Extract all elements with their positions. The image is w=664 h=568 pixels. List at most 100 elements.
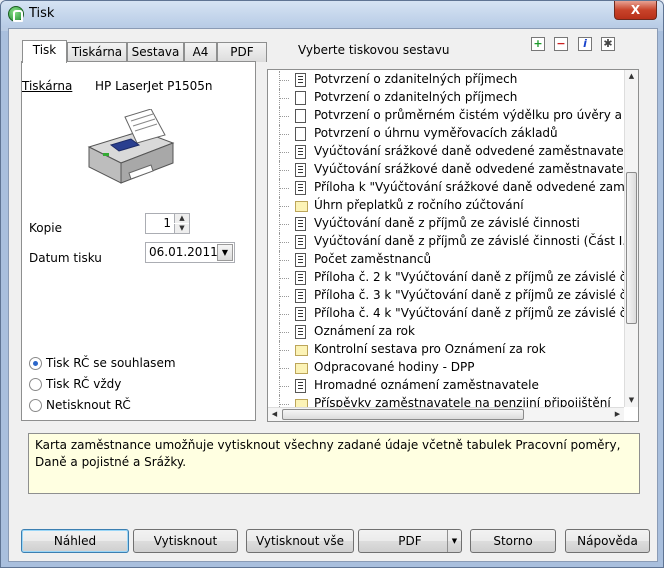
dropdown-arrow-icon[interactable]: ▼ <box>447 530 461 552</box>
report-list-item[interactable]: Příloha č. 2 k "Vyúčtování daně z příjmů… <box>268 269 624 287</box>
document-icon <box>295 73 306 87</box>
report-list-item[interactable]: Kontrolní sestava pro Oznámení za rok <box>268 341 624 359</box>
report-list-item[interactable]: Příloha k "Vyúčtování srážkové daně odve… <box>268 179 624 197</box>
scroll-down-icon[interactable]: ▼ <box>625 394 638 407</box>
radio-label: Tisk RČ vždy <box>46 377 122 391</box>
report-list-item[interactable]: Příloha č. 3 k "Vyúčtování daně z příjmů… <box>268 287 624 305</box>
printer-link[interactable]: Tiskárna <box>22 79 72 93</box>
document-icon <box>295 91 306 105</box>
add-icon[interactable]: + <box>531 37 545 51</box>
spin-up-icon[interactable]: ▲ <box>174 214 189 223</box>
radio-label: Tisk RČ se souhlasem <box>46 356 176 370</box>
report-label: Příloha č. 2 k "Vyúčtování daně z příjmů… <box>314 270 624 284</box>
chevron-down-icon[interactable]: ▼ <box>217 244 233 261</box>
info-icon[interactable]: i <box>578 37 592 51</box>
radio-rc-consent[interactable]: Tisk RČ se souhlasem <box>29 356 176 370</box>
scroll-up-icon[interactable]: ▲ <box>625 70 638 83</box>
report-description: Karta zaměstnance umožňuje vytisknout vš… <box>28 433 640 494</box>
report-label: Potvrzení o zdanitelných příjmech <box>314 90 518 104</box>
report-list-item[interactable]: Hromadné oznámení zaměstnavatele <box>268 377 624 395</box>
tree-connector <box>279 377 296 395</box>
horizontal-scrollbar[interactable]: ◀ ▶ <box>268 407 624 421</box>
document-icon <box>295 181 306 195</box>
settings-icon[interactable]: ✱ <box>601 37 615 51</box>
tab-tisk[interactable]: Tisk <box>22 40 67 63</box>
help-button[interactable]: Nápověda <box>565 529 650 553</box>
scroll-left-icon[interactable]: ◀ <box>268 408 281 421</box>
pdf-button[interactable]: PDF ▼ <box>358 529 462 553</box>
tree-connector <box>279 125 296 143</box>
document-icon <box>295 127 306 141</box>
report-list-item[interactable]: Potvrzení o úhrnu vyměřovacích základů <box>268 125 624 143</box>
report-list-item[interactable]: Příloha č. 4 k "Vyúčtování daně z příjmů… <box>268 305 624 323</box>
printer-name: HP LaserJet P1505n <box>95 79 213 93</box>
report-label: Příspěvky zaměstnavatele na penzijní při… <box>314 396 611 407</box>
folder-icon <box>295 201 308 212</box>
report-list-item[interactable]: Vyúčtování daně z příjmů ze závislé činn… <box>268 233 624 251</box>
document-icon <box>295 325 306 339</box>
app-icon <box>8 6 24 22</box>
radio-indicator[interactable] <box>29 398 42 412</box>
tree-connector <box>279 161 296 179</box>
radio-indicator[interactable] <box>29 377 42 391</box>
report-list[interactable]: Potvrzení o zdanitelných příjmech Potvrze… <box>267 69 639 422</box>
vertical-scrollbar[interactable]: ▲ ▼ <box>624 70 638 407</box>
scroll-thumb[interactable] <box>626 172 637 324</box>
tree-connector <box>279 269 296 287</box>
print-date-label: Datum tisku <box>29 251 102 265</box>
copies-input[interactable]: 1 ▲ ▼ <box>145 213 190 234</box>
document-icon <box>295 235 306 249</box>
tree-connector <box>279 323 296 341</box>
copies-value: 1 <box>163 216 171 230</box>
radio-rc-always[interactable]: Tisk RČ vždy <box>29 377 121 391</box>
pdf-button-label: PDF <box>398 534 422 548</box>
report-list-item[interactable]: Potvrzení o průměrném čistém výdělku pro… <box>268 107 624 125</box>
report-list-heading: Vyberte tiskovou sestavu <box>298 43 450 57</box>
report-list-item[interactable]: Příspěvky zaměstnavatele na penzijní při… <box>268 395 624 407</box>
print-date-input[interactable]: 06.01.2011 ▼ <box>145 242 235 263</box>
report-label: Příloha k "Vyúčtování srážkové daně odve… <box>314 180 624 194</box>
tree-connector <box>279 89 296 107</box>
radio-rc-none[interactable]: Netisknout RČ <box>29 398 131 412</box>
report-list-item[interactable]: Potvrzení o zdanitelných příjmech <box>268 71 624 89</box>
report-list-item[interactable]: Potvrzení o zdanitelných příjmech <box>268 89 624 107</box>
report-label: Potvrzení o průměrném čistém výdělku pro… <box>314 108 624 122</box>
tree-connector <box>279 71 296 89</box>
tree-connector <box>279 233 296 251</box>
report-list-item[interactable]: Počet zaměstnanců <box>268 251 624 269</box>
preview-button[interactable]: Náhled <box>21 529 129 553</box>
report-list-item[interactable]: Úhrn přeplatků z ročního zúčtování <box>268 197 624 215</box>
close-button[interactable]: X <box>614 1 657 20</box>
report-list-item[interactable]: Odpracované hodiny - DPP <box>268 359 624 377</box>
title-bar: Tisk X <box>1 1 663 27</box>
tab-tiskarna[interactable]: Tiskárna <box>67 42 127 62</box>
report-label: Hromadné oznámení zaměstnavatele <box>314 378 539 392</box>
tab-pdf[interactable]: PDF <box>217 42 267 62</box>
report-list-item[interactable]: Vyúčtování srážkové daně odvedené zaměst… <box>268 143 624 161</box>
report-list-item[interactable]: Vyúčtování srážkové daně odvedené zaměst… <box>268 161 624 179</box>
cancel-button[interactable]: Storno <box>470 529 556 553</box>
report-label: Počet zaměstnanců <box>314 252 432 266</box>
report-list-item[interactable]: Oznámení za rok <box>268 323 624 341</box>
remove-icon[interactable]: − <box>554 37 568 51</box>
printer-icon <box>87 109 175 184</box>
report-label: Úhrn přeplatků z ročního zúčtování <box>314 198 524 212</box>
document-icon <box>295 145 306 159</box>
tab-a4[interactable]: A4 <box>184 42 217 62</box>
report-label: Potvrzení o zdanitelných příjmech <box>314 72 518 86</box>
print-all-button[interactable]: Vytisknout vše <box>246 529 354 553</box>
spin-down-icon[interactable]: ▼ <box>174 224 189 233</box>
print-button[interactable]: Vytisknout <box>133 529 238 553</box>
report-label: Vyúčtování srážkové daně odvedené zaměst… <box>314 144 624 158</box>
document-icon <box>295 253 306 267</box>
radio-indicator[interactable] <box>29 356 42 370</box>
copies-label: Kopie <box>29 221 62 235</box>
scroll-thumb[interactable] <box>282 409 524 420</box>
tab-sestava[interactable]: Sestava <box>127 42 184 62</box>
scroll-right-icon[interactable]: ▶ <box>611 408 624 421</box>
tree-connector <box>279 287 296 305</box>
report-list-item[interactable]: Vyúčtování daně z příjmů ze závislé činn… <box>268 215 624 233</box>
tree-connector <box>279 305 296 323</box>
tree-connector <box>279 143 296 161</box>
print-dialog: Tisk X Tisk Tiskárna Sestava A4 PDF Vybe… <box>0 0 664 568</box>
